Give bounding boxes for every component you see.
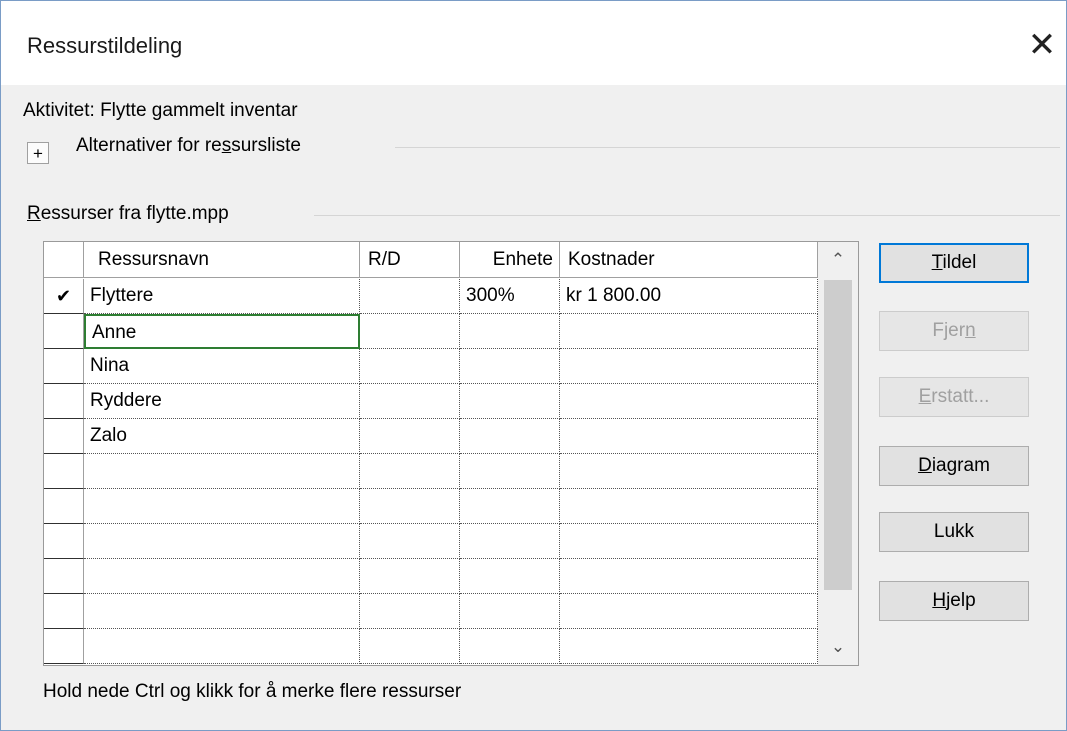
cell-units[interactable] <box>460 489 560 524</box>
table-row[interactable] <box>44 489 818 524</box>
cell-units[interactable] <box>460 629 560 664</box>
cell-rd[interactable] <box>360 454 460 489</box>
table-row[interactable]: Nina <box>44 349 818 384</box>
cell-resource-name[interactable]: Anne <box>84 314 360 349</box>
resource-list-options-label[interactable]: Alternativer for ressursliste <box>76 135 301 157</box>
table-row[interactable] <box>44 454 818 489</box>
cell-cost[interactable] <box>560 454 818 489</box>
cell-rd[interactable] <box>360 349 460 384</box>
row-header[interactable] <box>44 489 84 524</box>
cell-resource-name[interactable] <box>84 594 360 629</box>
table-row[interactable] <box>44 559 818 594</box>
row-header[interactable] <box>44 314 84 349</box>
assign-button[interactable]: Tildel <box>879 243 1029 283</box>
cell-rd[interactable] <box>360 419 460 454</box>
table-row[interactable] <box>44 594 818 629</box>
cell-rd[interactable] <box>360 489 460 524</box>
remove-button[interactable]: Fjern <box>879 311 1029 351</box>
title-bar: Ressurstildeling ✕ <box>1 1 1066 85</box>
resource-assignment-dialog: Ressurstildeling ✕ Aktivitet: Flytte gam… <box>0 0 1067 731</box>
cell-resource-name[interactable] <box>84 454 360 489</box>
cell-cost[interactable] <box>560 629 818 664</box>
table-row[interactable] <box>44 524 818 559</box>
cell-units[interactable] <box>460 594 560 629</box>
replace-button[interactable]: Erstatt... <box>879 377 1029 417</box>
multi-select-hint: Hold nede Ctrl og klikk for å merke fler… <box>43 681 462 702</box>
table-row[interactable]: Zalo <box>44 419 818 454</box>
vertical-scrollbar[interactable]: ⌃ ⌄ <box>818 242 858 665</box>
close-icon[interactable]: ✕ <box>1020 25 1064 65</box>
row-header[interactable] <box>44 594 84 629</box>
column-header-rd[interactable]: R/D <box>360 242 460 278</box>
cell-resource-name[interactable] <box>84 559 360 594</box>
row-header[interactable] <box>44 629 84 664</box>
column-header-units[interactable]: Enhete <box>460 242 560 278</box>
resource-grid[interactable]: Ressursnavn R/D Enhete Kostnader ✔ Flytte… <box>43 241 859 666</box>
cell-cost[interactable] <box>560 559 818 594</box>
expand-options-button[interactable]: + <box>27 142 49 164</box>
options-divider <box>395 147 1060 148</box>
cell-resource-name[interactable] <box>84 489 360 524</box>
cell-resource-name[interactable]: Ryddere <box>84 384 360 419</box>
cell-rd[interactable] <box>360 279 460 314</box>
scroll-up-icon[interactable]: ⌃ <box>818 242 858 278</box>
cell-units[interactable] <box>460 559 560 594</box>
cell-units[interactable] <box>460 384 560 419</box>
cell-rd[interactable] <box>360 594 460 629</box>
row-header[interactable] <box>44 454 84 489</box>
cell-resource-name[interactable]: Nina <box>84 349 360 384</box>
cell-rd[interactable] <box>360 314 460 349</box>
cell-resource-name[interactable]: Flyttere <box>84 279 360 314</box>
scroll-down-icon[interactable]: ⌄ <box>818 629 858 665</box>
cell-units[interactable] <box>460 524 560 559</box>
cell-units[interactable] <box>460 419 560 454</box>
row-header[interactable] <box>44 419 84 454</box>
row-header[interactable] <box>44 384 84 419</box>
cell-units[interactable] <box>460 314 560 349</box>
row-header-corner <box>44 242 84 278</box>
cell-cost[interactable] <box>560 594 818 629</box>
cell-units[interactable]: 300% <box>460 279 560 314</box>
cell-rd[interactable] <box>360 524 460 559</box>
cell-rd[interactable] <box>360 629 460 664</box>
resources-divider <box>314 215 1060 216</box>
column-header-cost[interactable]: Kostnader <box>560 242 818 278</box>
cell-cost[interactable] <box>560 419 818 454</box>
cell-cost[interactable] <box>560 349 818 384</box>
scroll-thumb[interactable] <box>824 280 852 590</box>
table-row[interactable] <box>44 629 818 664</box>
cell-rd[interactable] <box>360 384 460 419</box>
grid-header: Ressursnavn R/D Enhete Kostnader <box>44 242 818 279</box>
cell-units[interactable] <box>460 349 560 384</box>
cell-cost[interactable]: kr 1 800.00 <box>560 279 818 314</box>
row-header[interactable] <box>44 559 84 594</box>
cell-cost[interactable] <box>560 489 818 524</box>
cell-cost[interactable] <box>560 384 818 419</box>
help-button[interactable]: Hjelp <box>879 581 1029 621</box>
resources-from-label: Ressurser fra flytte.mpp <box>27 203 229 224</box>
cell-units[interactable] <box>460 454 560 489</box>
activity-label: Aktivitet: Flytte gammelt inventar <box>23 100 298 121</box>
row-header[interactable] <box>44 349 84 384</box>
table-row[interactable]: Anne <box>44 314 818 349</box>
cell-resource-name[interactable] <box>84 629 360 664</box>
assigned-check-icon[interactable]: ✔ <box>44 279 84 314</box>
cell-rd[interactable] <box>360 559 460 594</box>
graph-button[interactable]: Diagram <box>879 446 1029 486</box>
cell-cost[interactable] <box>560 524 818 559</box>
cell-resource-name[interactable]: Zalo <box>84 419 360 454</box>
close-button[interactable]: Lukk <box>879 512 1029 552</box>
dialog-title: Ressurstildeling <box>27 33 183 58</box>
dialog-content: Aktivitet: Flytte gammelt inventar + Alt… <box>1 85 1066 730</box>
cell-cost[interactable] <box>560 314 818 349</box>
cell-resource-name[interactable] <box>84 524 360 559</box>
row-header[interactable] <box>44 524 84 559</box>
table-row[interactable]: ✔ Flyttere 300% kr 1 800.00 <box>44 279 818 314</box>
column-header-resource-name[interactable]: Ressursnavn <box>84 242 360 278</box>
table-row[interactable]: Ryddere <box>44 384 818 419</box>
